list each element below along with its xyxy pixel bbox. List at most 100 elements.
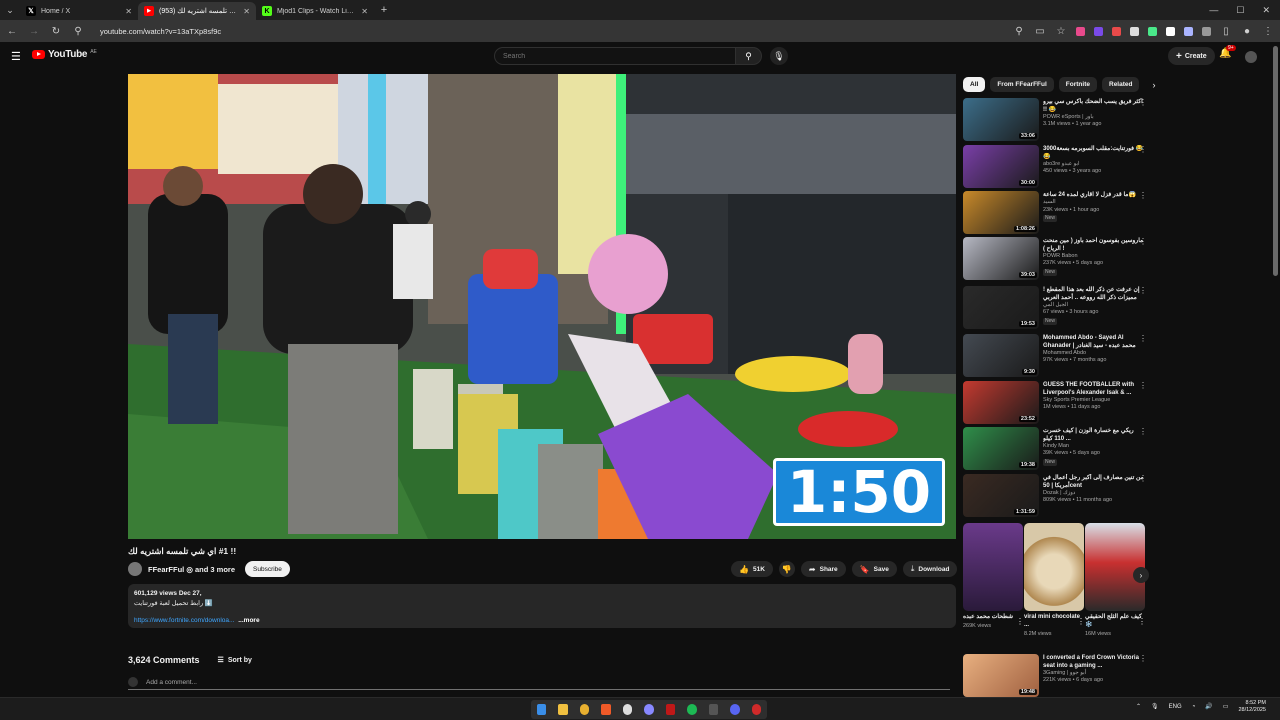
account-avatar[interactable] (1245, 51, 1257, 63)
extension-icon[interactable] (1148, 26, 1157, 36)
video-thumbnail[interactable]: 23:52 (963, 381, 1039, 424)
hamburger-menu-icon[interactable]: ☰ (11, 50, 21, 63)
chip-all[interactable]: All (963, 77, 986, 92)
rec-channel[interactable]: POWR Babon (1043, 253, 1145, 260)
show-more-link[interactable]: ...more (238, 617, 259, 624)
cast-icon[interactable]: ▭ (1034, 26, 1046, 37)
short-item[interactable]: شطحات محمد عبده 269K views ⋮ (963, 523, 1024, 629)
tab-home-x[interactable]: 𝕏 Home / X ✕ (20, 2, 138, 20)
kebab-menu-icon[interactable]: ⋮ (1139, 286, 1147, 295)
close-tab-icon[interactable]: ✕ (125, 7, 132, 16)
app-icon[interactable] (622, 704, 633, 715)
app-icon[interactable] (708, 704, 719, 715)
chip-from-channel[interactable]: From FFearFFul (990, 77, 1054, 92)
recommendation-item[interactable]: 1:31:59 من تنين مصارف إلى أكبر رجل أعمال … (963, 474, 1147, 518)
rec-channel[interactable]: Sky Sports Premier League (1043, 397, 1145, 404)
new-tab-button[interactable]: + (374, 4, 394, 16)
kebab-menu-icon[interactable]: ⋮ (1139, 334, 1147, 343)
notifications-bell-icon[interactable]: 🔔 9+ (1219, 45, 1236, 59)
channel-avatar[interactable] (128, 562, 142, 576)
app-icon[interactable] (644, 704, 654, 715)
app-icon[interactable] (665, 704, 676, 715)
kebab-menu-icon[interactable]: ⋮ (1139, 98, 1147, 107)
mic-icon[interactable]: 🎙 (1151, 703, 1159, 710)
wifi-icon[interactable]: ◔ (1192, 704, 1196, 710)
rec-title[interactable]: GUESS THE FOOTBALLER with Liverpool's Al… (1043, 381, 1145, 397)
minimize-icon[interactable]: — (1209, 5, 1218, 16)
clock[interactable]: 8:52 PM 28/12/2025 (1238, 700, 1266, 714)
reload-icon[interactable]: ↻ (50, 26, 62, 37)
chevron-right-icon[interactable]: › (1152, 80, 1155, 90)
video-player[interactable]: 1:50 (128, 74, 956, 539)
extension-icon[interactable] (1094, 26, 1103, 36)
short-title[interactable]: شطحات محمد عبده (963, 614, 1023, 622)
recommendation-item[interactable]: 9:30 Mohammed Abdo - Sayed Al Ghanader | … (963, 334, 1147, 378)
create-button[interactable]: + Create (1168, 47, 1215, 65)
rec-channel[interactable]: الجيل المي (1043, 302, 1145, 309)
video-thumbnail[interactable]: 19:38 (963, 427, 1039, 470)
close-tab-icon[interactable]: ✕ (361, 7, 368, 16)
recommendation-item[interactable]: 1:08:26 ما قدر فزل لا اقاري لمده 24 ساعة😱… (963, 191, 1147, 235)
short-thumbnail[interactable] (1085, 523, 1145, 611)
rec-title[interactable]: ريكي مع خسارة الوزن | كيف خسرت 110 كيلو … (1043, 427, 1145, 443)
kebab-menu-icon[interactable]: ⋮ (1139, 427, 1147, 436)
shorts-next-icon[interactable]: › (1133, 567, 1149, 583)
rec-channel[interactable]: 3Gaming | أبو جوو (1043, 670, 1145, 677)
description-link[interactable]: https://www.fortnite.com/downloa... (134, 617, 234, 624)
discord-icon[interactable] (730, 704, 740, 715)
rec-title[interactable]: I converted a Ford Crown Victoria seat i… (1043, 654, 1145, 670)
tab-kick[interactable]: K Mjod1 Clips - Watch Live on Ki ✕ (256, 2, 374, 20)
extension-icon[interactable] (1166, 26, 1175, 36)
app-icon[interactable] (751, 704, 761, 715)
extension-icon[interactable] (1130, 26, 1139, 36)
zoom-icon[interactable]: ⚲ (1013, 26, 1025, 37)
kebab-menu-icon[interactable]: ⋮ (1139, 474, 1147, 483)
close-tab-icon[interactable]: ✕ (243, 7, 250, 16)
kebab-menu-icon[interactable]: ⋮ (1077, 617, 1085, 626)
menu-dots-icon[interactable]: ⋮ (1262, 26, 1274, 37)
chip-fortnite[interactable]: Fortnite (1058, 77, 1097, 92)
rec-title[interactable]: من تنين مصارف إلى أكبر رجل أعمال في أمري… (1043, 474, 1145, 490)
chip-related[interactable]: Related (1102, 77, 1140, 92)
volume-icon[interactable]: 🔊 (1205, 703, 1212, 710)
video-thumbnail[interactable]: 33:06 (963, 98, 1039, 141)
chrome-icon[interactable] (579, 704, 590, 715)
search-icon[interactable]: ⚲ (736, 47, 762, 65)
short-thumbnail[interactable] (1024, 523, 1084, 611)
rec-channel[interactable]: Mohammed Abdo (1043, 350, 1145, 357)
recommendation-item[interactable]: 39:03 ماروسين بفوسون احمد باوز ( مين منحت… (963, 237, 1147, 281)
short-title[interactable]: كيف علم الثلج الحقيقي ❄️ (1085, 614, 1145, 630)
language-indicator[interactable]: ENG (1169, 704, 1182, 710)
kebab-menu-icon[interactable]: ⋮ (1139, 237, 1147, 246)
bookmark-star-icon[interactable]: ☆ (1055, 26, 1067, 37)
rec-title[interactable]: إن عرفت عن ذكر الله بعد هذا المقطع ! ممي… (1043, 286, 1145, 302)
download-button[interactable]: ⤓ Download (902, 561, 958, 577)
add-comment-input[interactable]: Add a comment... (146, 679, 197, 686)
kebab-menu-icon[interactable]: ⋮ (1139, 381, 1147, 390)
recommendation-item[interactable]: 33:06 اكثر فريق يسب الضحك بأكرس سي بيرو !… (963, 98, 1147, 142)
video-thumbnail[interactable]: 19:48 (963, 654, 1039, 697)
video-thumbnail[interactable]: 39:03 (963, 237, 1039, 280)
video-thumbnail[interactable]: 9:30 (963, 334, 1039, 377)
extension-icon[interactable] (1076, 26, 1085, 36)
extensions-puzzle-icon[interactable] (1202, 26, 1211, 36)
brave-icon[interactable] (601, 704, 611, 715)
video-thumbnail[interactable]: 30:00 (963, 145, 1039, 188)
recommendation-item[interactable]: 19:48 I converted a Ford Crown Victoria … (963, 654, 1147, 698)
rec-channel[interactable]: POWR eSports | باور (1043, 114, 1145, 121)
extension-icon[interactable] (1112, 26, 1121, 36)
page-scrollbar[interactable] (1273, 46, 1278, 276)
sidebar-icon[interactable]: ▯ (1220, 26, 1232, 37)
share-button[interactable]: ➦ Share (800, 561, 846, 577)
short-title[interactable]: viral mini chocolate ... (1024, 614, 1084, 630)
kebab-menu-icon[interactable]: ⋮ (1139, 191, 1147, 200)
site-info-icon[interactable]: ⚲ (72, 26, 84, 37)
recommendation-item[interactable]: 19:53 إن عرفت عن ذكر الله بعد هذا المقطع … (963, 286, 1147, 330)
rec-channel[interactable]: abo3re ابو عبدو (1043, 161, 1145, 168)
video-thumbnail[interactable]: 1:08:26 (963, 191, 1039, 234)
search-input[interactable] (494, 47, 736, 65)
recommendation-item[interactable]: 19:38 ريكي مع خسارة الوزن | كيف خسرت 110 … (963, 427, 1147, 471)
rec-channel[interactable]: السيد (1043, 199, 1145, 206)
rec-title[interactable]: اكثر فريق يسب الضحك بأكرس سي بيرو !! 😂 (1043, 98, 1145, 114)
maximize-icon[interactable]: ☐ (1236, 5, 1244, 16)
